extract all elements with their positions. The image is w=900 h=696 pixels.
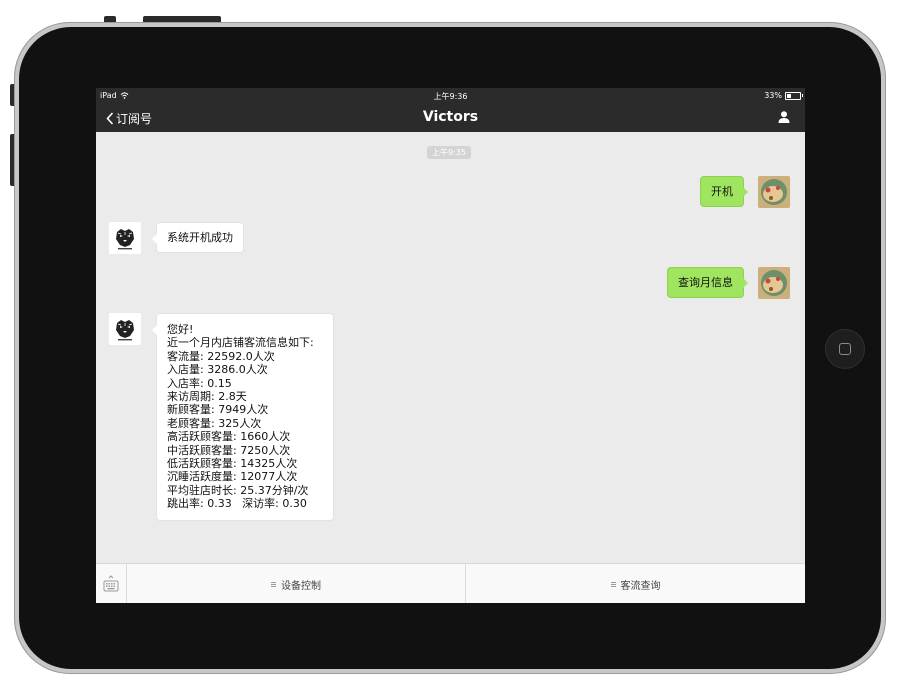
user-avatar[interactable] <box>758 267 790 299</box>
nav-bar: 订阅号 Victors <box>96 104 805 132</box>
message-text: 查询月信息 <box>678 276 733 289</box>
battery-percent: 33% <box>764 91 782 100</box>
bot-avatar[interactable] <box>109 222 141 254</box>
message-text: 系统开机成功 <box>167 231 233 244</box>
report-line: 沉睡活跃度量: 12077人次 <box>167 470 298 484</box>
message-text: 开机 <box>711 185 733 198</box>
bot-report-bubble[interactable]: 您好! 近一个月内店铺客流信息如下: 客流量: 22592.0人次 入店量: 3… <box>152 313 334 521</box>
user-avatar[interactable] <box>758 176 790 208</box>
report-line: 平均驻店时长: 25.37分钟/次 <box>167 483 309 497</box>
report-line: 客流量: 22592.0人次 <box>167 349 275 363</box>
report-line: 近一个月内店铺客流信息如下: <box>167 336 314 350</box>
user-message-bubble[interactable]: 查询月信息 <box>667 267 748 299</box>
report-line: 低活跃顾客量: 14325人次 <box>167 457 298 471</box>
home-square-icon <box>839 343 851 355</box>
tiger-logo-icon <box>109 222 141 254</box>
menu-item-label: 设备控制 <box>281 580 321 592</box>
tiger-logo-icon <box>109 313 141 345</box>
screen: iPad 上午9:36 33% 订阅号 Victors 上午9:35 开机 系统… <box>96 88 805 603</box>
keyboard-toggle-button[interactable] <box>96 564 127 603</box>
keyboard-icon <box>103 575 119 592</box>
status-bar: iPad 上午9:36 33% <box>96 88 805 104</box>
bot-message-bubble[interactable]: 系统开机成功 <box>152 222 244 254</box>
report-line: 中活跃顾客量: 7250人次 <box>167 443 291 457</box>
person-icon[interactable] <box>777 110 791 124</box>
page-title: Victors <box>422 109 479 125</box>
report-line: 入店率: 0.15 <box>167 376 232 390</box>
menu-lines-icon <box>271 581 276 587</box>
message-timestamp: 上午9:35 <box>427 146 471 159</box>
report-line: 您好! <box>167 323 194 336</box>
menu-traffic-query[interactable]: 客流查询 <box>466 564 805 603</box>
report-line: 高活跃顾客量: 1660人次 <box>167 430 291 444</box>
report-line: 新顾客量: 7949人次 <box>167 403 269 417</box>
user-message-bubble[interactable]: 开机 <box>700 176 748 208</box>
user-avatar-image <box>758 176 790 208</box>
battery-icon <box>785 91 803 100</box>
home-button[interactable] <box>825 329 865 369</box>
report-line: 入店量: 3286.0人次 <box>167 363 268 377</box>
bot-avatar[interactable] <box>109 313 141 345</box>
menu-item-label: 客流查询 <box>620 580 661 592</box>
menu-lines-icon <box>610 581 616 587</box>
user-avatar-image <box>758 267 790 299</box>
bottom-menu-bar: 设备控制 客流查询 <box>96 563 805 603</box>
chat-area[interactable]: 上午9:35 开机 系统开机成功 查询月信息 您好! 近一个月内店铺客流信息如下… <box>96 132 805 563</box>
report-line: 来访周期: 2.8天 <box>167 390 247 404</box>
report-line: 老顾客量: 325人次 <box>167 416 262 430</box>
status-time: 上午9:36 <box>433 92 468 101</box>
report-line: 跳出率: 0.33 深访率: 0.30 <box>167 497 307 511</box>
menu-device-control[interactable]: 设备控制 <box>127 564 466 603</box>
